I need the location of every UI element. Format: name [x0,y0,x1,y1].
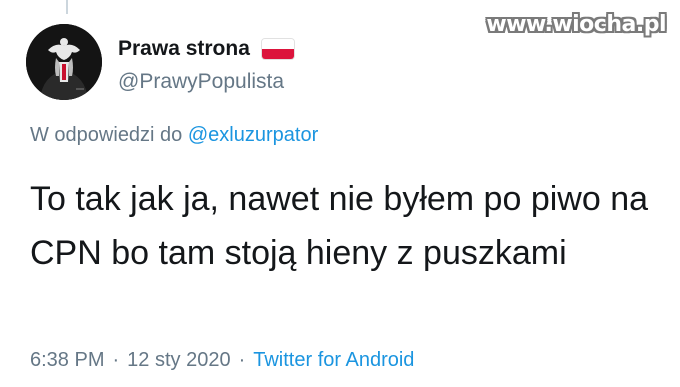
separator: · [112,349,120,371]
tweet-text: To tak jak ja, nawet nie byłem po piwo n… [30,180,649,272]
tweet-source-link[interactable]: Twitter for Android [253,349,414,371]
tweet-date[interactable]: 12 sty 2020 [127,349,230,371]
eagle-emblem-icon [26,24,102,100]
separator: · [238,349,246,371]
tweet-time[interactable]: 6:38 PM [30,349,104,371]
avatar[interactable] [26,24,102,100]
author-header: Prawa strona [118,36,295,62]
watermark: www.wiocha.pl [486,12,666,37]
display-name[interactable]: Prawa strona [118,37,250,61]
thread-connector-line [66,0,68,14]
user-handle[interactable]: @PrawyPopulista [118,70,284,94]
reply-prefix: W odpowiedzi do [30,124,183,146]
reply-context: W odpowiedzi do @exluzurpator [30,124,318,147]
tweet-metadata: 6:38 PM · 12 sty 2020 · Twitter for Android [30,349,414,372]
poland-flag-icon [260,38,295,60]
reply-mention-link[interactable]: @exluzurpator [188,124,318,146]
